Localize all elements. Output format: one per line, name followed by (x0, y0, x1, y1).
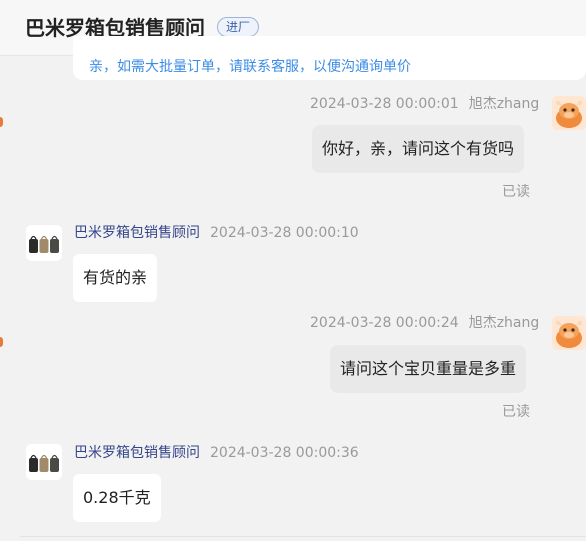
message-timestamp: 2024-03-28 00:00:24 (310, 315, 459, 331)
message-bubble: 有货的亲 (73, 254, 158, 302)
user-avatar-icon[interactable] (552, 96, 586, 130)
left-edge-marker (0, 337, 3, 347)
message-meta: 巴米罗箱包销售顾问 2024-03-28 00:00:36 (74, 443, 359, 463)
left-edge-marker (0, 117, 3, 127)
previous-message-bubble: 亲，如需大批量订单，请联系客服，以便沟通询单价 (73, 36, 586, 80)
message-bubble: 0.28千克 (73, 474, 161, 522)
merchant-name[interactable]: 巴米罗箱包销售顾问 (74, 445, 200, 461)
merchant-name[interactable]: 巴米罗箱包销售顾问 (74, 225, 200, 241)
message-timestamp: 2024-03-28 00:00:36 (210, 445, 359, 461)
enter-store-badge[interactable]: 进厂 (217, 17, 260, 37)
message-meta: 2024-03-28 00:00:01 旭杰zhang (310, 94, 539, 114)
previous-message-text: 亲，如需大批量订单，请联系客服，以便沟通询单价 (89, 59, 411, 75)
message-timestamp: 2024-03-28 00:00:10 (210, 225, 359, 241)
sender-name: 旭杰zhang (468, 315, 540, 331)
message-meta: 巴米罗箱包销售顾问 2024-03-28 00:00:10 (74, 223, 359, 243)
message-bubble: 请问这个宝贝重量是多重 (330, 345, 527, 393)
sender-name: 旭杰zhang (468, 96, 540, 112)
message-bubble: 你好，亲，请问这个有货吗 (312, 125, 525, 173)
read-status: 已读 (502, 404, 530, 420)
message-timestamp: 2024-03-28 00:00:01 (310, 96, 459, 112)
read-status: 已读 (502, 184, 530, 200)
divider (20, 536, 586, 537)
merchant-avatar-icon[interactable] (26, 225, 62, 261)
message-meta: 2024-03-28 00:00:24 旭杰zhang (310, 313, 539, 333)
merchant-avatar-icon[interactable] (26, 444, 62, 480)
user-avatar-icon[interactable] (552, 316, 586, 350)
